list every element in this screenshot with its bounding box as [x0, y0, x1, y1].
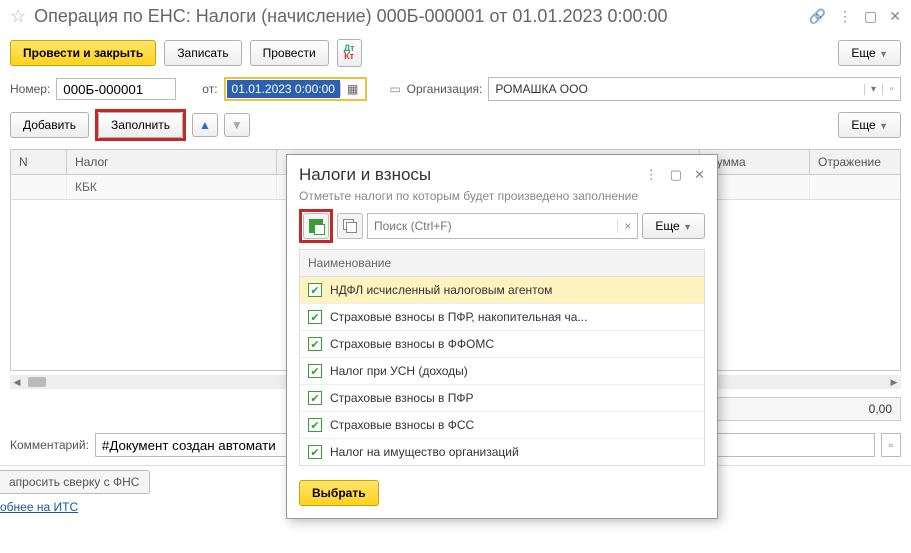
popup-title: Налоги и взносы: [299, 165, 645, 185]
checkbox-icon[interactable]: ✔: [308, 310, 322, 324]
number-label: Номер:: [10, 82, 50, 96]
comment-open-icon[interactable]: ▫: [881, 433, 901, 457]
kebab-menu-icon[interactable]: ⋮: [838, 8, 852, 25]
tax-item-label: НДФЛ исчисленный налоговым агентом: [330, 283, 552, 297]
checkbox-icon[interactable]: ✔: [308, 364, 322, 378]
comment-label: Комментарий:: [10, 438, 89, 452]
post-and-close-button[interactable]: Провести и закрыть: [10, 40, 156, 66]
clear-search-icon[interactable]: ×: [617, 219, 637, 233]
tax-item[interactable]: ✔ НДФЛ исчисленный налоговым агентом: [300, 277, 704, 304]
popup-search-input[interactable]: [368, 219, 617, 233]
select-button[interactable]: Выбрать: [299, 480, 379, 506]
tax-item[interactable]: ✔ Налог при УСН (доходы): [300, 358, 704, 385]
more-button[interactable]: Еще ▼: [838, 40, 901, 66]
fill-button[interactable]: Заполнить: [98, 112, 183, 138]
maximize-icon[interactable]: ▢: [864, 8, 877, 25]
calendar-icon[interactable]: ▦: [340, 82, 364, 96]
date-field[interactable]: 01.01.2023 0:00:00 ▦: [224, 77, 368, 101]
popup-subtitle: Отметьте налоги по которым будет произве…: [287, 189, 717, 209]
org-value: РОМАШКА ООО: [489, 82, 864, 96]
check-all-icon: [309, 219, 323, 233]
tax-item[interactable]: ✔ Страховые взносы в ФСС: [300, 412, 704, 439]
tax-item[interactable]: ✔ Страховые взносы в ПФР: [300, 385, 704, 412]
close-icon[interactable]: ✕: [889, 8, 901, 25]
its-link[interactable]: обнее на ИТС: [0, 494, 78, 514]
col-nalog-header[interactable]: Налог: [67, 150, 277, 174]
save-button[interactable]: Записать: [164, 40, 241, 66]
move-up-button[interactable]: ▲: [192, 113, 218, 137]
check-all-button[interactable]: [303, 213, 329, 239]
scroll-right-icon[interactable]: ▶: [887, 377, 901, 388]
tax-item[interactable]: ✔ Налог на имущество организаций: [300, 439, 704, 465]
tax-item-label: Страховые взносы в ФСС: [330, 418, 474, 432]
col-kbk-subheader: КБК: [67, 175, 277, 199]
org-input[interactable]: РОМАШКА ООО ▾ ▫: [488, 77, 901, 101]
link-icon[interactable]: 🔗: [809, 8, 826, 25]
popup-maximize-icon[interactable]: ▢: [670, 167, 682, 183]
favorite-star-icon[interactable]: ☆: [10, 6, 26, 27]
tax-item-label: Страховые взносы в ПФР: [330, 391, 474, 405]
checkbox-icon[interactable]: ✔: [308, 418, 322, 432]
checkbox-icon[interactable]: ✔: [308, 391, 322, 405]
org-dropdown-icon[interactable]: ▾: [864, 84, 882, 95]
add-row-button[interactable]: Добавить: [10, 112, 89, 138]
table-more-button[interactable]: Еще ▼: [838, 112, 901, 138]
popup-name-column: Наименование: [299, 249, 705, 276]
popup-close-icon[interactable]: ✕: [694, 167, 705, 183]
popup-search[interactable]: ×: [367, 213, 638, 239]
tax-item-label: Страховые взносы в ФФОМС: [330, 337, 494, 351]
uncheck-all-icon: [343, 219, 357, 233]
scroll-thumb[interactable]: [28, 377, 46, 387]
move-down-button[interactable]: ▼: [224, 113, 250, 137]
dt-kt-button[interactable]: ДтКт: [337, 39, 362, 67]
checkbox-icon[interactable]: ✔: [308, 445, 322, 459]
org-label: Организация:: [407, 82, 483, 96]
org-open-icon[interactable]: ▫: [882, 84, 900, 95]
dt-kt-icon: ДтКт: [344, 44, 355, 60]
post-button[interactable]: Провести: [250, 40, 329, 66]
col-n-header[interactable]: N: [11, 150, 67, 174]
request-fns-button[interactable]: апросить сверку с ФНС: [0, 470, 150, 494]
tax-item[interactable]: ✔ Страховые взносы в ФФОМС: [300, 331, 704, 358]
popup-kebab-icon[interactable]: ⋮: [645, 167, 658, 183]
checkbox-icon[interactable]: ✔: [308, 337, 322, 351]
tax-item-label: Налог при УСН (доходы): [330, 364, 468, 378]
tax-item[interactable]: ✔ Страховые взносы в ПФР, накопительная …: [300, 304, 704, 331]
from-label: от:: [202, 82, 217, 96]
tax-item-label: Страховые взносы в ПФР, накопительная ча…: [330, 310, 587, 324]
number-input[interactable]: [56, 78, 176, 100]
taxes-popup: Налоги и взносы ⋮ ▢ ✕ Отметьте налоги по…: [286, 154, 718, 519]
uncheck-all-button[interactable]: [337, 213, 363, 239]
org-icon: ▭: [389, 82, 400, 96]
popup-list: ✔ НДФЛ исчисленный налоговым агентом ✔ С…: [299, 276, 705, 466]
col-otr-header[interactable]: Отражение: [810, 150, 900, 174]
tax-item-label: Налог на имущество организаций: [330, 445, 519, 459]
scroll-left-icon[interactable]: ◀: [10, 377, 24, 388]
total-value: 0,00: [869, 402, 892, 416]
checkbox-icon[interactable]: ✔: [308, 283, 322, 297]
popup-more-button[interactable]: Еще ▼: [642, 213, 705, 239]
page-title: Операция по ЕНС: Налоги (начисление) 000…: [34, 6, 800, 27]
date-value[interactable]: 01.01.2023 0:00:00: [227, 80, 340, 98]
